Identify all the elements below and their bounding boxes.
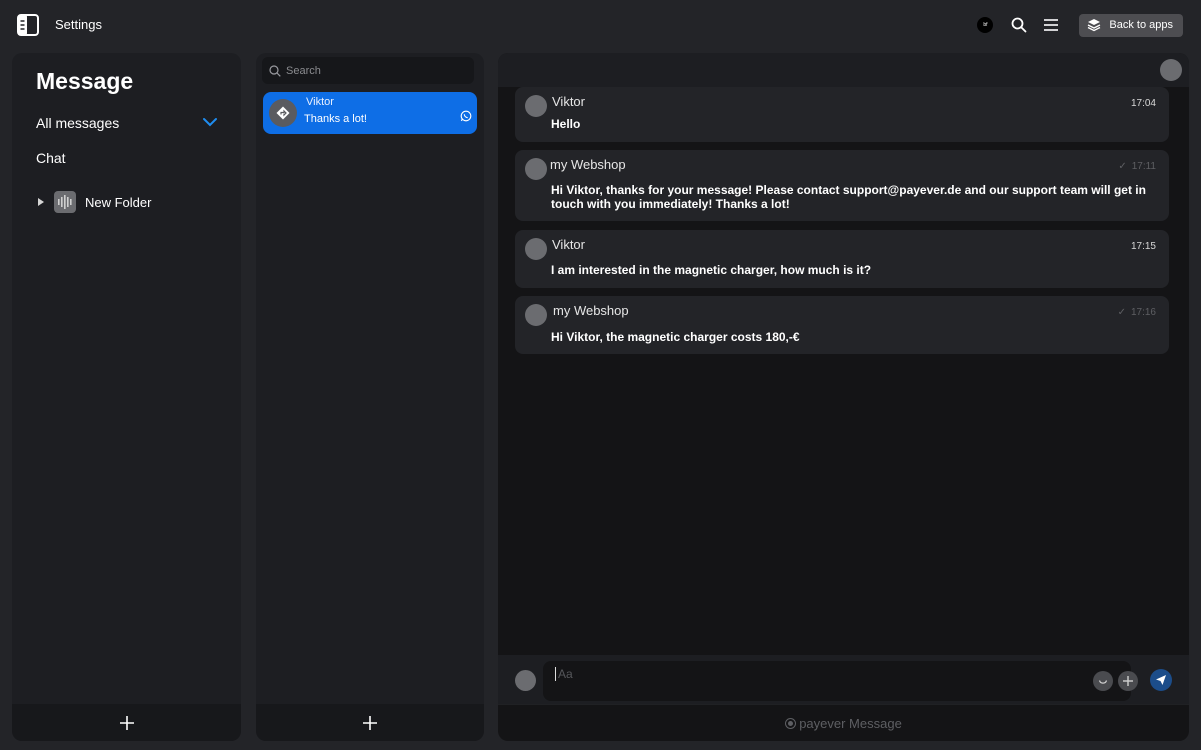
sidebar-toggle-icon[interactable] — [17, 14, 39, 36]
brand-logo: payever Message — [785, 716, 902, 731]
search-icon — [269, 64, 281, 77]
message-sender: Viktor — [552, 237, 585, 252]
conversation-name: Viktor — [306, 96, 334, 108]
read-check-icon: ✓ — [1117, 307, 1126, 318]
contact-avatar — [269, 99, 297, 127]
conversation-preview: Thanks a lot! — [304, 113, 367, 125]
folder-item[interactable]: New Folder — [38, 191, 151, 213]
message-sender: my Webshop — [553, 303, 629, 318]
message-input[interactable] — [555, 667, 1078, 681]
message-text: I am interested in the magnetic charger,… — [551, 263, 872, 277]
search-icon[interactable] — [1009, 15, 1029, 35]
chat-footer: payever Message — [498, 704, 1189, 741]
business-avatar[interactable]: bf — [977, 17, 994, 33]
back-to-apps-label: Back to apps — [1109, 19, 1173, 31]
expand-caret-icon[interactable] — [38, 198, 44, 206]
new-conversation-button[interactable] — [256, 704, 484, 741]
app-title: Settings — [55, 17, 102, 32]
message-bubble: my Webshop ✓ 17:16 Hi Viktor, the magneti… — [515, 296, 1169, 354]
back-to-apps-button[interactable]: Back to apps — [1079, 13, 1183, 37]
chat-header — [498, 53, 1189, 87]
attach-plus-icon[interactable] — [1118, 671, 1138, 691]
direction-sign-icon — [276, 106, 290, 120]
add-folder-button[interactable] — [12, 704, 241, 741]
sender-avatar — [525, 95, 547, 117]
nav-item-all-messages[interactable]: All messages — [36, 115, 119, 131]
message-input-box[interactable] — [543, 661, 1131, 701]
whatsapp-icon — [460, 109, 472, 127]
message-text: Hi Viktor, the magnetic charger costs 18… — [551, 330, 800, 344]
conversation-list-panel: Viktor Thanks a lot! — [256, 53, 484, 741]
panel-title: Message — [36, 68, 134, 94]
read-check-icon: ✓ — [1118, 161, 1127, 172]
search-input[interactable] — [286, 64, 456, 77]
search-box[interactable] — [262, 57, 474, 84]
emoji-icon[interactable] — [1093, 671, 1113, 691]
plus-icon — [363, 715, 377, 730]
message-time: ✓ 17:16 — [1117, 307, 1156, 318]
message-bubble: Viktor 17:04 Hello — [515, 87, 1169, 142]
sound-wave-icon — [54, 191, 76, 213]
nav-item-chat[interactable]: Chat — [36, 150, 66, 166]
message-composer — [498, 655, 1189, 705]
message-bubble: Viktor 17:15 I am interested in the magn… — [515, 230, 1169, 288]
message-text: Hi Viktor, thanks for your message! Plea… — [551, 183, 1146, 211]
sender-avatar — [525, 158, 547, 180]
message-sender: Viktor — [552, 94, 585, 109]
user-avatar — [515, 670, 536, 691]
top-bar: Settings bf Back to apps — [0, 0, 1201, 50]
message-time: 17:15 — [1130, 241, 1156, 252]
conversation-item[interactable]: Viktor Thanks a lot! — [263, 92, 477, 134]
message-sender: my Webshop — [550, 157, 626, 172]
message-time: ✓ 17:11 — [1118, 161, 1156, 172]
chevron-down-icon[interactable] — [202, 117, 218, 127]
folder-label: New Folder — [85, 194, 152, 210]
chat-panel: Viktor 17:04 Hello my Webshop ✓ 17:11 Hi … — [498, 53, 1189, 741]
send-icon[interactable] — [1150, 669, 1172, 691]
message-text: Hello — [551, 117, 581, 131]
brand-dot-icon — [785, 717, 797, 729]
folders-panel: Message All messages Chat New Folder — [12, 53, 241, 741]
sender-avatar — [525, 238, 547, 260]
user-avatar[interactable] — [1160, 59, 1182, 81]
message-bubble: my Webshop ✓ 17:11 Hi Viktor, thanks for … — [515, 150, 1169, 221]
plus-icon — [119, 715, 134, 730]
brand-text: payever Message — [799, 715, 902, 731]
message-time: 17:04 — [1130, 98, 1156, 109]
sender-avatar — [525, 304, 547, 326]
menu-icon[interactable] — [1041, 15, 1061, 35]
layers-icon — [1088, 19, 1101, 32]
